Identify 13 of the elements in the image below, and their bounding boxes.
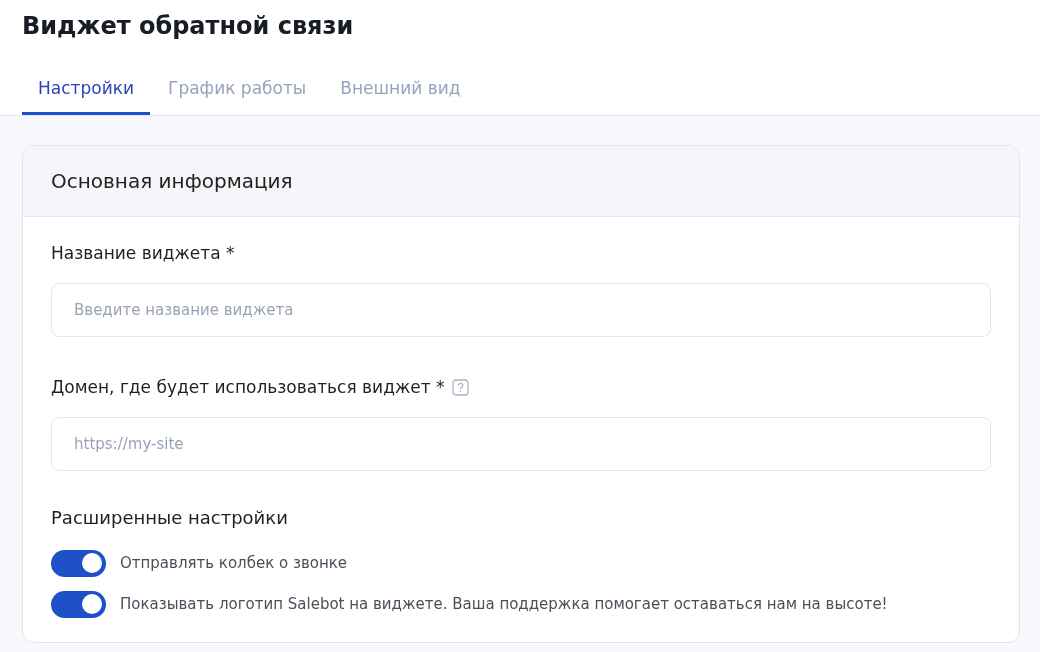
tab[interactable]: Внешний вид [324,68,477,115]
field-label: Домен, где будет использоваться виджет * [51,377,445,397]
card-header: Основная информация [23,146,1019,217]
input-field[interactable]: Введите название виджета [51,283,991,337]
toggle-label: Отправлять колбек о звонке [120,554,348,572]
page-title: Виджет обратной связи [22,11,355,42]
toggle-switch[interactable] [51,549,106,577]
toggle-switch[interactable] [51,590,106,618]
toggle-label: Показывать логотип Salebot на виджете. Ваша поддержка помогает оставаться нам на высоте! [120,595,888,613]
tab[interactable]: График работы [152,68,323,115]
section-title: Расширенные настройки [51,507,289,528]
input-field[interactable]: https://my-site [51,417,991,471]
field-label: Название виджета * [51,243,235,263]
